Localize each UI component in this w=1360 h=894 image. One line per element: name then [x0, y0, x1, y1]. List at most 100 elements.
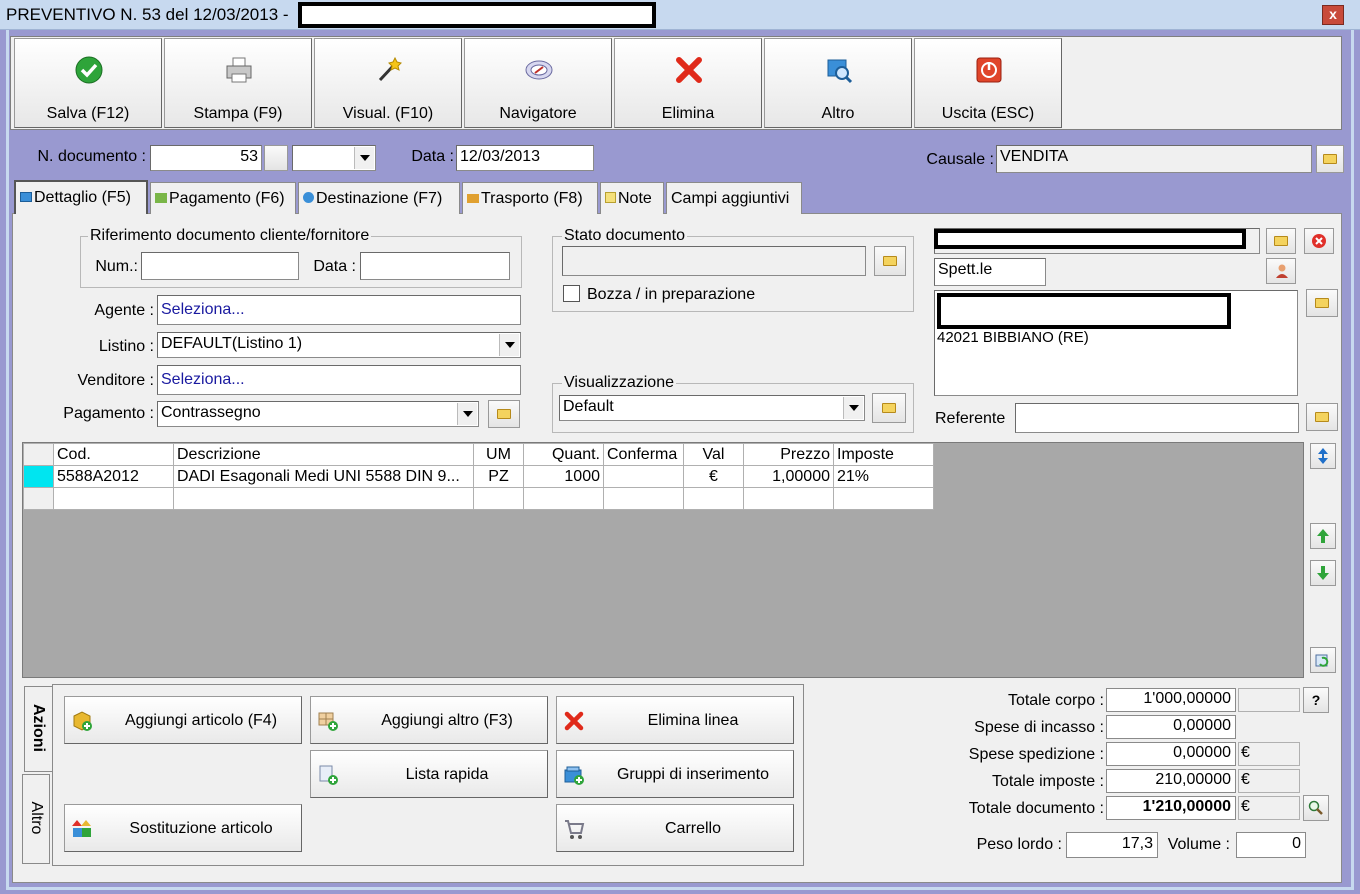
empty-cell[interactable]: [683, 487, 744, 510]
empty-cell[interactable]: [743, 487, 834, 510]
tab-azioni[interactable]: Azioni: [24, 686, 52, 772]
col-cod[interactable]: Cod.: [53, 443, 174, 466]
tab-destinazione-label: Destinazione (F7): [316, 190, 443, 207]
contact-button[interactable]: [1266, 258, 1296, 284]
col-prezzo[interactable]: Prezzo: [743, 443, 834, 466]
cell-cod[interactable]: 5588A2012: [53, 465, 174, 488]
spese-incasso-field[interactable]: 0,00000: [1106, 715, 1236, 739]
move-up-button[interactable]: [1310, 523, 1336, 549]
cell-prezzo[interactable]: 1,00000: [743, 465, 834, 488]
date-label: Data :: [411, 148, 454, 165]
money-icon: [155, 193, 167, 203]
tab-campi-label: Campi aggiuntivi: [671, 190, 790, 207]
listino-select[interactable]: DEFAULT(Listino 1): [157, 332, 521, 358]
stato-browse-button[interactable]: [874, 246, 906, 276]
add-article-label: Aggiungi articolo (F4): [124, 712, 278, 729]
more-button[interactable]: Altro: [764, 38, 912, 128]
col-val[interactable]: Val: [683, 443, 744, 466]
referente-field[interactable]: [1015, 403, 1299, 433]
empty-cell[interactable]: [173, 487, 474, 510]
empty-cell[interactable]: [473, 487, 524, 510]
tab-note[interactable]: Note: [600, 182, 664, 214]
volume-field[interactable]: 0: [1236, 832, 1306, 858]
check-icon: [75, 56, 103, 84]
quick-list-button[interactable]: Lista rapida: [310, 750, 548, 798]
tab-pagamento-label: Pagamento (F6): [169, 190, 285, 207]
stato-field[interactable]: [562, 246, 866, 276]
table-row[interactable]: 5588A2012 DADI Esagonali Medi UNI 5588 D…: [23, 465, 934, 488]
causale-field[interactable]: VENDITA: [996, 145, 1312, 173]
address-browse-button[interactable]: [1306, 289, 1338, 317]
cell-descrizione[interactable]: DADI Esagonali Medi UNI 5588 DIN 9...: [173, 465, 474, 488]
doc-series-select[interactable]: [292, 145, 376, 171]
num-field[interactable]: [141, 252, 299, 280]
cell-imposte[interactable]: 21%: [833, 465, 934, 488]
cliente-browse-button[interactable]: [1266, 228, 1296, 254]
causale-browse-button[interactable]: [1316, 145, 1344, 173]
bozza-label: Bozza / in preparazione: [587, 286, 756, 303]
preview-button[interactable]: Visual. (F10): [314, 38, 462, 128]
tab-trasporto[interactable]: Trasporto (F8): [462, 182, 598, 214]
delete-line-button[interactable]: Elimina linea: [556, 696, 794, 744]
save-label: Salva (F12): [46, 105, 130, 122]
delete-line-icon: [564, 711, 584, 731]
col-descrizione[interactable]: Descrizione: [173, 443, 474, 466]
pagamento-select[interactable]: Contrassegno: [157, 401, 479, 427]
add-article-button[interactable]: Aggiungi articolo (F4): [64, 696, 302, 744]
totale-corpo-label: Totale corpo :: [1007, 692, 1104, 709]
replace-article-button[interactable]: Sostituzione articolo: [64, 804, 302, 852]
totale-imposte-currency: €: [1238, 769, 1300, 793]
cell-quant[interactable]: 1000: [523, 465, 604, 488]
row-selector[interactable]: [23, 487, 54, 510]
empty-cell[interactable]: [603, 487, 684, 510]
insert-groups-button[interactable]: Gruppi di inserimento: [556, 750, 794, 798]
cell-um[interactable]: PZ: [473, 465, 524, 488]
tab-pagamento[interactable]: Pagamento (F6): [150, 182, 296, 214]
print-button[interactable]: Stampa (F9): [164, 38, 312, 128]
venditore-field[interactable]: Seleziona...: [157, 365, 521, 395]
col-quant[interactable]: Quant.: [523, 443, 604, 466]
tab-campi-aggiuntivi[interactable]: Campi aggiuntivi: [666, 182, 802, 214]
sort-button[interactable]: [1310, 443, 1336, 469]
zoom-button[interactable]: [1303, 795, 1329, 821]
ref-date-field[interactable]: [360, 252, 510, 280]
col-um[interactable]: UM: [473, 443, 524, 466]
navigator-button[interactable]: Navigatore: [464, 38, 612, 128]
exit-button[interactable]: Uscita (ESC): [914, 38, 1062, 128]
spese-spedizione-field[interactable]: 0,00000: [1106, 742, 1236, 766]
close-button[interactable]: x: [1322, 5, 1344, 25]
cell-val[interactable]: €: [683, 465, 744, 488]
empty-cell[interactable]: [53, 487, 174, 510]
col-imposte[interactable]: Imposte: [833, 443, 934, 466]
agente-field[interactable]: Seleziona...: [157, 295, 521, 325]
visualizzazione-browse-button[interactable]: [872, 393, 906, 423]
cliente-clear-button[interactable]: [1304, 228, 1334, 254]
date-field[interactable]: 12/03/2013: [456, 145, 594, 171]
referente-browse-button[interactable]: [1306, 403, 1338, 431]
refresh-button[interactable]: [1310, 647, 1336, 673]
empty-cell[interactable]: [833, 487, 934, 510]
doc-number-spin-button[interactable]: [264, 145, 288, 171]
empty-cell[interactable]: [523, 487, 604, 510]
help-button[interactable]: ?: [1303, 687, 1329, 713]
cell-conferma[interactable]: [603, 465, 684, 488]
table-row-empty[interactable]: [23, 487, 934, 510]
visualizzazione-select[interactable]: Default: [559, 395, 865, 421]
tab-destinazione[interactable]: Destinazione (F7): [298, 182, 460, 214]
add-other-button[interactable]: Aggiungi altro (F3): [310, 696, 548, 744]
delete-button[interactable]: Elimina: [614, 38, 762, 128]
bozza-checkbox[interactable]: [563, 285, 580, 302]
pagamento-browse-button[interactable]: [488, 400, 520, 428]
spett-field[interactable]: Spett.le: [934, 258, 1046, 286]
doc-number-field[interactable]: 53: [150, 145, 262, 171]
address-box[interactable]: 42021 BIBBIANO (RE): [934, 290, 1298, 396]
tab-altro[interactable]: Altro: [22, 774, 50, 864]
save-button[interactable]: Salva (F12): [14, 38, 162, 128]
title-bar: PREVENTIVO N. 53 del 12/03/2013 - x: [0, 0, 1360, 30]
row-selector[interactable]: [23, 465, 54, 488]
move-down-button[interactable]: [1310, 560, 1336, 586]
tab-dettaglio[interactable]: Dettaglio (F5): [14, 180, 148, 214]
items-grid: Cod. Descrizione UM Quant. Conferma Val …: [22, 442, 1304, 678]
col-conferma[interactable]: Conferma: [603, 443, 684, 466]
cart-button[interactable]: Carrello: [556, 804, 794, 852]
